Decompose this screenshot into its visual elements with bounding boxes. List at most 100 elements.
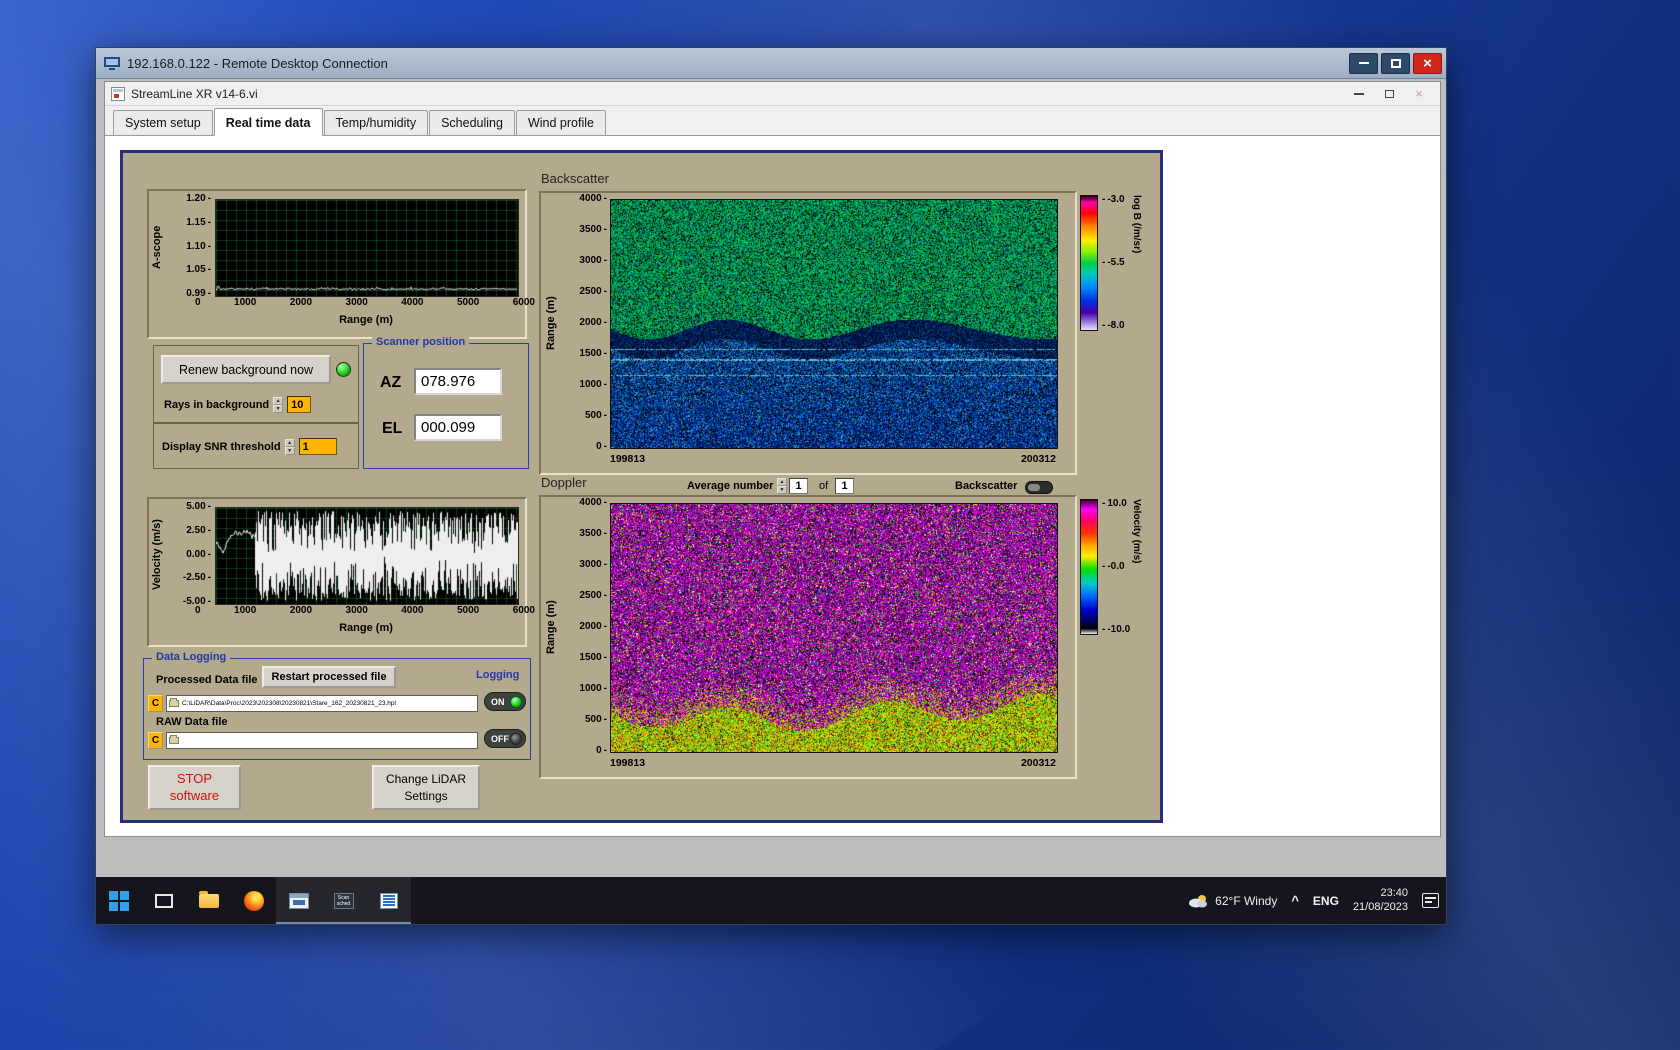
data-logging-title: Data Logging (152, 651, 230, 663)
lidar-front-panel: A-scope 1.201.151.101.050.99 01000200030… (120, 150, 1163, 823)
tick-label: 4000 (579, 498, 607, 508)
notification-icon (1422, 893, 1439, 908)
raw-logging-switch[interactable]: OFF (484, 729, 526, 748)
raw-data-file-label: RAW Data file (156, 716, 228, 728)
folder-browse-icon[interactable] (169, 737, 179, 744)
off-label: OFF (491, 734, 509, 744)
doppler-x-start: 199813 (610, 757, 645, 769)
tab-wind-profile[interactable]: Wind profile (516, 110, 606, 135)
doppler-colorbar (1080, 499, 1098, 635)
backscatter-toggle-switch[interactable] (1025, 481, 1053, 494)
tick-label: 1000 (579, 684, 607, 694)
tick-label: 1.10 (186, 242, 211, 252)
backscatter-x-start: 199813 (610, 453, 645, 465)
stop-software-button[interactable]: STOP software (148, 765, 241, 810)
tick-label: 2500 (579, 591, 607, 601)
tick-label: 2000 (579, 622, 607, 632)
file-explorer-button[interactable] (186, 877, 231, 924)
tick-label: 1.20 (186, 194, 211, 204)
hidden-icons-chevron[interactable]: ^ (1284, 877, 1306, 924)
raw-drive-button[interactable]: C (148, 732, 163, 749)
task-view-button[interactable] (141, 877, 186, 924)
change-settings-text: Change LiDAR (386, 771, 466, 787)
app-window: StreamLine XR v14-6.vi × System setup Rea… (104, 81, 1441, 837)
tab-scheduling[interactable]: Scheduling (429, 110, 515, 135)
backscatter-x-end: 200312 (1021, 453, 1056, 465)
average-number-field[interactable]: 1 (789, 478, 808, 494)
tick-label: 4000 (401, 298, 423, 308)
app-minimize-button[interactable] (1344, 84, 1374, 104)
action-center-button[interactable] (1415, 877, 1446, 924)
remote-desktop-area: StreamLine XR v14-6.vi × System setup Rea… (96, 79, 1446, 924)
taskbar-left: Scan sched (96, 877, 411, 924)
snr-value-field[interactable]: 1 (299, 438, 337, 455)
rdp-minimize-button[interactable] (1349, 53, 1378, 74)
folder-browse-icon[interactable] (169, 700, 179, 707)
language-indicator[interactable]: ENG (1306, 877, 1346, 924)
windows-logo-icon (109, 891, 129, 911)
average-total-field[interactable]: 1 (835, 478, 854, 494)
rdp-maximize-button[interactable] (1381, 53, 1410, 74)
clock-widget[interactable]: 23:40 21/08/2023 (1346, 877, 1415, 924)
streamline-app-button[interactable] (276, 877, 321, 924)
tick-label: 0 (195, 298, 201, 308)
tick-label: -0.0 (1102, 562, 1125, 572)
weather-text: 62°F Windy (1215, 894, 1277, 908)
tab-real-time-data[interactable]: Real time data (214, 108, 323, 136)
processed-logging-switch[interactable]: ON (484, 692, 526, 711)
maximize-icon (1391, 59, 1401, 68)
logging-off-led-icon (510, 733, 522, 745)
tick-label: 1000 (234, 606, 256, 616)
document-app-icon (380, 893, 398, 909)
tick-label: -2.50 (183, 573, 211, 583)
stop-button-text: STOP (177, 771, 212, 788)
tick-label: 5000 (457, 606, 479, 616)
snr-threshold-box: Display SNR threshold ▲ ▼ 1 (153, 423, 359, 469)
app-close-button[interactable]: × (1404, 84, 1434, 104)
weather-widget[interactable]: 62°F Windy (1180, 877, 1284, 924)
velocity-yticks: 5.002.500.00-2.50-5.00 (171, 502, 211, 607)
velocity-ylabel: Velocity (m/s) (151, 507, 163, 603)
average-number-spinner[interactable]: ▲ ▼ (777, 478, 787, 494)
doppler-title: Doppler (541, 475, 587, 490)
restart-processed-file-button[interactable]: Restart processed file (262, 666, 396, 688)
firefox-button[interactable] (231, 877, 276, 924)
tick-label: 6000 (513, 606, 535, 616)
tick-label: 3000 (579, 256, 607, 266)
on-label: ON (491, 697, 505, 707)
az-value-field[interactable]: 078.976 (414, 368, 502, 395)
app-restore-button[interactable] (1374, 84, 1404, 104)
ascope-ylabel: A-scope (151, 199, 163, 295)
tick-label: 4000 (579, 194, 607, 204)
raw-path-input[interactable] (166, 732, 478, 749)
tick-label: 0.00 (186, 550, 211, 560)
backscatter-colorbar (1080, 195, 1098, 331)
tab-temp-humidity[interactable]: Temp/humidity (324, 110, 429, 135)
renew-background-button[interactable]: Renew background now (161, 355, 331, 384)
rays-value-field[interactable]: 10 (287, 396, 311, 413)
tick-label: 5000 (457, 298, 479, 308)
app-content: A-scope 1.201.151.101.050.99 01000200030… (105, 136, 1440, 836)
scan-scheduler-button[interactable]: Scan sched (321, 877, 366, 924)
tick-label: 1.05 (186, 265, 211, 275)
rays-spinner[interactable]: ▲ ▼ (273, 397, 283, 413)
start-button[interactable] (96, 877, 141, 924)
snr-spinner[interactable]: ▲ ▼ (285, 439, 295, 455)
tick-label: 0 (596, 746, 607, 756)
az-label: AZ (380, 374, 401, 392)
tick-label: 3500 (579, 225, 607, 235)
processed-path-input[interactable]: C:\LiDAR\Data\Proc\2023\202308\20230821\… (166, 695, 478, 712)
change-lidar-settings-button[interactable]: Change LiDAR Settings (372, 765, 480, 810)
snr-threshold-label: Display SNR threshold (162, 441, 281, 453)
document-app-button[interactable] (366, 877, 411, 924)
tick-label: 3000 (579, 560, 607, 570)
tick-label: 500 (585, 411, 607, 421)
clock-time: 23:40 (1380, 887, 1408, 901)
rdp-close-button[interactable]: × (1413, 53, 1442, 74)
rdp-titlebar[interactable]: 192.168.0.122 - Remote Desktop Connectio… (96, 48, 1446, 79)
el-value-field[interactable]: 000.099 (414, 414, 502, 441)
processed-drive-button[interactable]: C (148, 695, 163, 712)
scanner-position-title: Scanner position (372, 336, 469, 348)
app-titlebar[interactable]: StreamLine XR v14-6.vi × (105, 82, 1440, 106)
tab-system-setup[interactable]: System setup (113, 110, 213, 135)
